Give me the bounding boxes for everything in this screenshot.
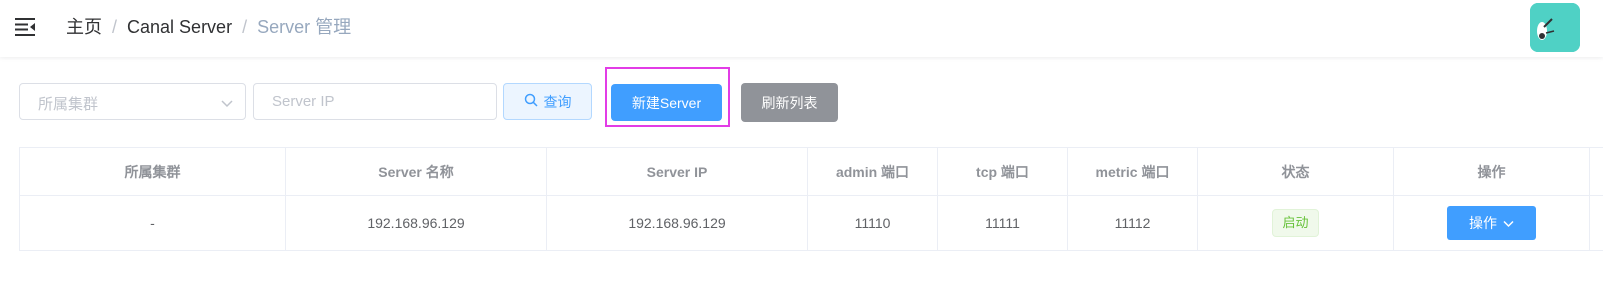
column-header-tcp-port: tcp 端口	[938, 148, 1068, 195]
server-table: 所属集群 Server 名称 Server IP admin 端口 tcp 端口…	[19, 147, 1603, 251]
column-header-metric-port: metric 端口	[1068, 148, 1198, 195]
breadcrumb-server-management: Server 管理	[257, 17, 352, 37]
status-badge: 启动	[1272, 209, 1319, 237]
operation-dropdown-button[interactable]: 操作	[1447, 206, 1536, 240]
column-header-server-ip: Server IP	[547, 148, 808, 195]
cell-tcp-port: 11111	[938, 196, 1068, 250]
cell-admin-port: 11110	[808, 196, 938, 250]
breadcrumb-separator: /	[112, 17, 118, 37]
hamburger-menu-icon[interactable]	[15, 17, 37, 37]
column-header-actions: 操作	[1394, 148, 1590, 195]
table-row: - 192.168.96.129 192.168.96.129 11110 11…	[20, 196, 1603, 251]
search-icon	[524, 93, 538, 110]
cell-server-name: 192.168.96.129	[286, 196, 547, 250]
table-header-row: 所属集群 Server 名称 Server IP admin 端口 tcp 端口…	[20, 148, 1603, 196]
operation-button-label: 操作	[1469, 215, 1497, 231]
chevron-down-icon	[221, 96, 233, 108]
cell-cluster: -	[20, 196, 286, 250]
breadcrumb-canal-server[interactable]: Canal Server	[127, 17, 232, 37]
column-header-server-name: Server 名称	[286, 148, 547, 195]
column-header-admin-port: admin 端口	[808, 148, 938, 195]
filter-toolbar: 所属集群 查询 新建Server 刷新列表	[0, 67, 1603, 129]
new-server-button[interactable]: 新建Server	[611, 84, 722, 121]
query-button[interactable]: 查询	[503, 83, 592, 120]
cell-actions: 操作	[1394, 196, 1590, 250]
breadcrumb-home[interactable]: 主页	[66, 17, 102, 37]
refresh-list-button[interactable]: 刷新列表	[741, 83, 838, 122]
breadcrumb-separator: /	[242, 17, 248, 37]
column-header-cluster: 所属集群	[20, 148, 286, 195]
top-navbar: 主页 / Canal Server / Server 管理	[0, 0, 1603, 57]
cell-server-ip: 192.168.96.129	[547, 196, 808, 250]
column-header-status: 状态	[1198, 148, 1394, 195]
cluster-select-placeholder: 所属集群	[38, 96, 99, 113]
query-button-label: 查询	[543, 93, 572, 110]
breadcrumb: 主页 / Canal Server / Server 管理	[66, 16, 351, 38]
chevron-down-icon	[1503, 215, 1514, 231]
cell-status: 启动	[1198, 196, 1394, 250]
cluster-select[interactable]: 所属集群	[19, 83, 246, 120]
user-avatar[interactable]	[1530, 3, 1580, 52]
server-ip-input[interactable]	[253, 83, 497, 120]
cell-metric-port: 11112	[1068, 196, 1198, 250]
